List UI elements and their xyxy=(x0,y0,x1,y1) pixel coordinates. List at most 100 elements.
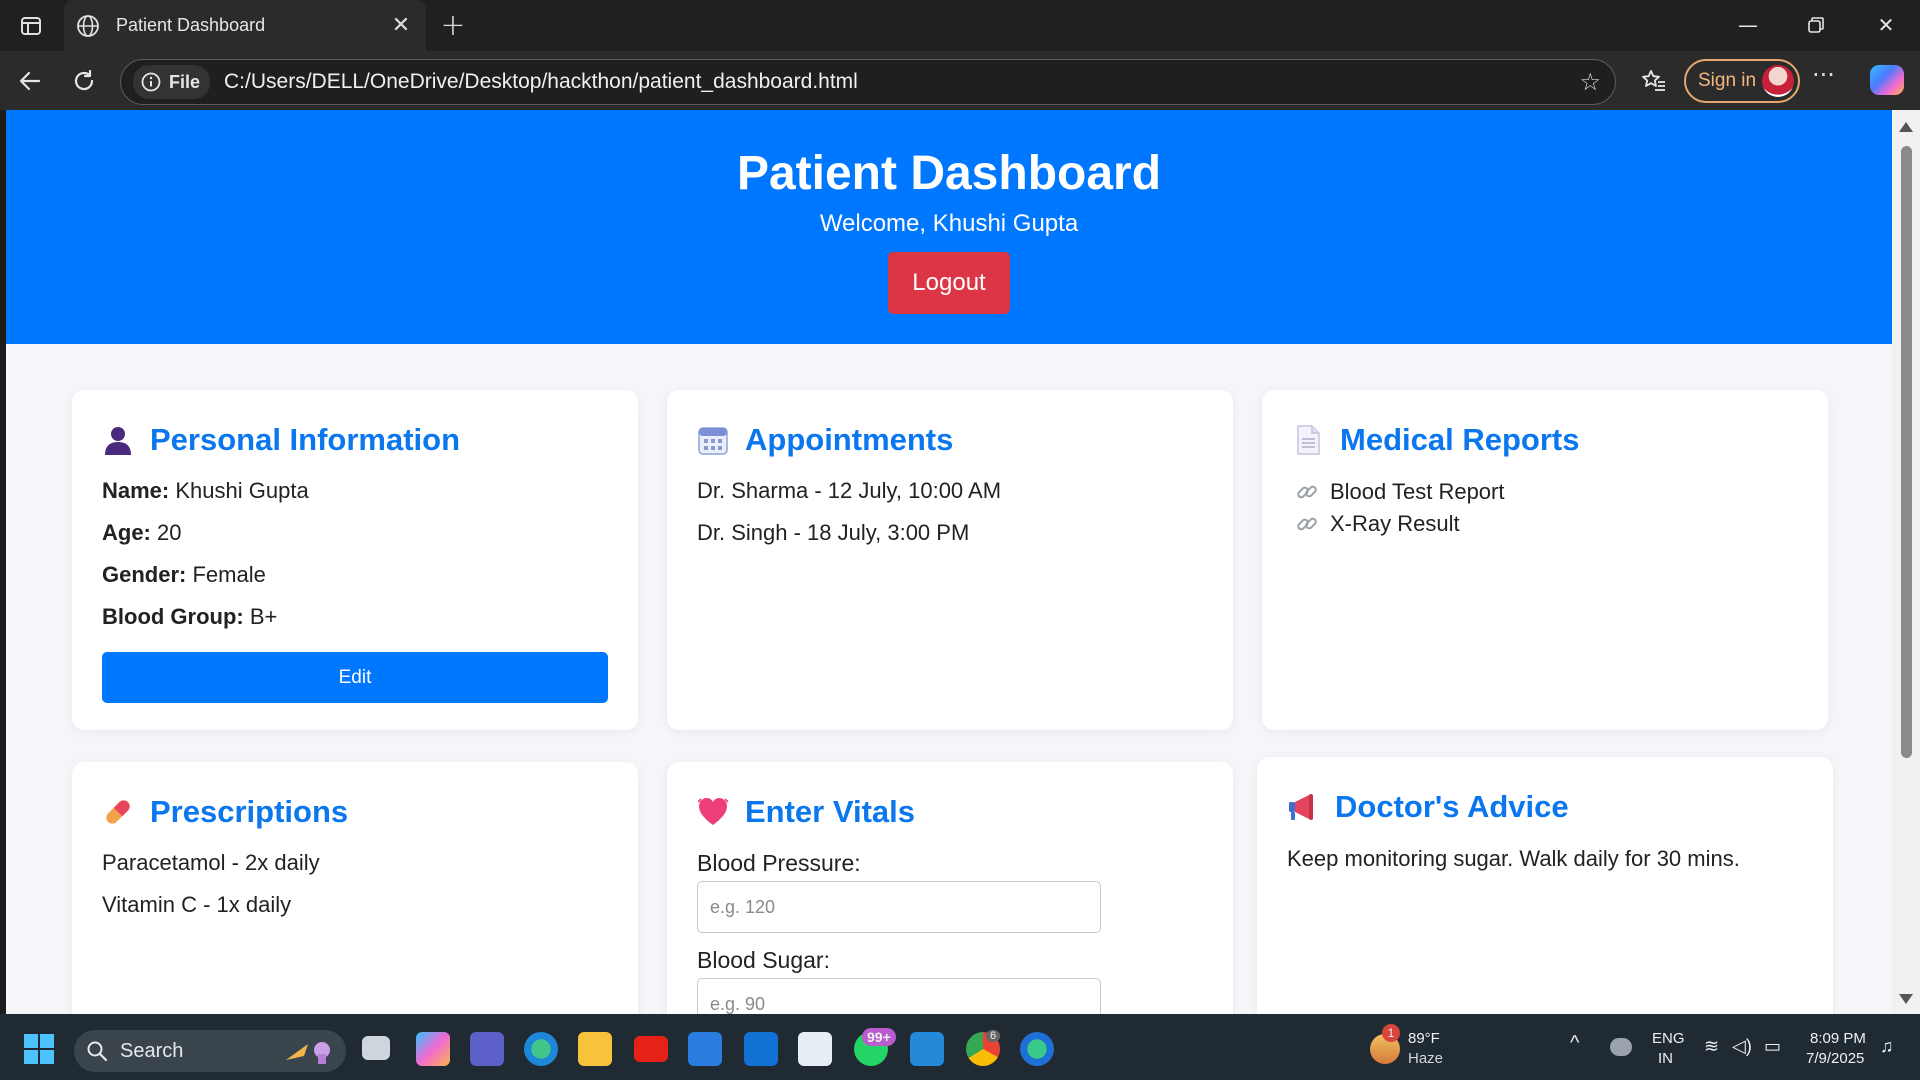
address-bar[interactable]: File C:/Users/DELL/OneDrive/Desktop/hack… xyxy=(120,59,1616,105)
doctor-advice-title: Doctor's Advice xyxy=(1335,789,1569,824)
vscode-icon[interactable] xyxy=(910,1032,944,1066)
copilot-app-icon[interactable] xyxy=(416,1032,450,1066)
language-top[interactable]: ENG xyxy=(1652,1030,1685,1047)
edit-button[interactable]: Edit xyxy=(102,652,608,703)
megaphone-icon xyxy=(1289,794,1313,820)
report-link-blood-test[interactable]: Blood Test Report xyxy=(1296,479,1504,505)
blood-pressure-input[interactable] xyxy=(697,881,1101,933)
taskbar-search[interactable]: Search xyxy=(74,1030,346,1072)
onedrive-icon[interactable] xyxy=(1610,1038,1632,1056)
info-label: Age: xyxy=(102,520,151,545)
info-row-gender: Gender: Female xyxy=(102,562,266,588)
prescription-item: Vitamin C - 1x daily xyxy=(102,892,292,917)
doctor-advice-heading: Doctor's Advice xyxy=(1287,789,1569,825)
reload-icon xyxy=(74,69,94,91)
site-info-button[interactable]: File xyxy=(133,65,211,99)
personal-info-heading: Personal Information xyxy=(102,422,460,458)
more-options-icon[interactable]: ··· xyxy=(1812,61,1835,89)
appointments-heading: Appointments xyxy=(697,422,953,458)
url-text[interactable]: C:/Users/DELL/OneDrive/Desktop/hackthon/… xyxy=(224,70,858,94)
windows-taskbar: Search 99+ 6 1 89°F Haze ^ ENG IN ≋ ◁) ▭… xyxy=(0,1014,1920,1080)
search-label: Search xyxy=(120,1039,184,1062)
personal-info-title: Personal Information xyxy=(150,422,461,457)
blood-sugar-input[interactable] xyxy=(697,978,1101,1014)
page-viewport: Patient Dashboard Welcome, Khushi Gupta … xyxy=(6,110,1892,1014)
battery-icon[interactable]: ▭ xyxy=(1764,1036,1781,1057)
advice-text: Keep monitoring sugar. Walk daily for 30… xyxy=(1287,846,1740,871)
vitals-title: Enter Vitals xyxy=(745,794,916,829)
link-icon xyxy=(1297,485,1317,499)
vitals-heading: Enter Vitals xyxy=(697,794,915,830)
vitals-card: Enter Vitals Blood Pressure: Blood Sugar… xyxy=(667,762,1233,1014)
restore-icon[interactable] xyxy=(1796,8,1836,42)
person-icon xyxy=(105,427,131,455)
search-highlight-icon xyxy=(286,1042,330,1064)
tab-actions-button[interactable] xyxy=(14,11,48,41)
reload-button[interactable] xyxy=(66,63,102,99)
favorites-button[interactable] xyxy=(1636,63,1672,99)
info-row-blood-group: Blood Group: B+ xyxy=(102,604,277,630)
language-bottom[interactable]: IN xyxy=(1658,1050,1673,1067)
show-hidden-icons-icon[interactable]: ^ xyxy=(1570,1032,1579,1055)
profile-avatar xyxy=(1762,65,1794,97)
info-row-age: Age: 20 xyxy=(102,520,182,546)
appointments-card: Appointments Dr. Sharma - 12 July, 10:00… xyxy=(667,390,1233,730)
outlook-icon[interactable] xyxy=(744,1032,778,1066)
medical-reports-card: Medical Reports Blood Test Report X-Ray … xyxy=(1262,390,1828,730)
minimize-icon[interactable]: — xyxy=(1728,8,1768,42)
edge-icon[interactable] xyxy=(1020,1032,1054,1066)
file-explorer-icon[interactable] xyxy=(578,1032,612,1066)
clock-date[interactable]: 7/9/2025 xyxy=(1806,1050,1864,1067)
sign-in-button[interactable]: Sign in xyxy=(1684,59,1800,103)
document-icon xyxy=(1297,425,1320,455)
appointment-item: Dr. Singh - 18 July, 3:00 PM xyxy=(697,520,970,545)
browser-tab-bar: Patient Dashboard ✕ + — ✕ xyxy=(0,0,1920,51)
dashboard-header: Patient Dashboard Welcome, Khushi Gupta … xyxy=(6,110,1892,344)
tab-title: Patient Dashboard xyxy=(116,15,266,35)
blood-sugar-label: Blood Sugar: xyxy=(697,947,830,973)
notification-bell-icon[interactable]: ♫ xyxy=(1880,1036,1894,1057)
info-value: Female xyxy=(192,562,266,587)
info-value: B+ xyxy=(249,604,278,629)
new-tab-button[interactable]: + xyxy=(438,8,468,43)
sign-in-label: Sign in xyxy=(1698,70,1757,91)
microsoft-store-icon[interactable] xyxy=(688,1032,722,1066)
favorites-icon xyxy=(1642,70,1665,91)
back-button[interactable] xyxy=(12,63,48,99)
news-app-icon[interactable] xyxy=(798,1032,832,1066)
scroll-down-arrow-icon[interactable] xyxy=(1899,994,1913,1004)
report-link-label: Blood Test Report xyxy=(1330,479,1505,504)
clock-time[interactable]: 8:09 PM xyxy=(1810,1030,1866,1047)
favorite-star-icon[interactable]: ☆ xyxy=(1579,68,1601,96)
chrome-badge: 6 xyxy=(986,1030,1001,1042)
weather-desc: Haze xyxy=(1408,1050,1444,1067)
medical-reports-heading: Medical Reports xyxy=(1292,422,1579,458)
globe-icon xyxy=(77,14,99,37)
youtube-icon[interactable] xyxy=(634,1036,668,1062)
whatsapp-badge: 99+ xyxy=(862,1028,896,1046)
prescription-item: Paracetamol - 2x daily xyxy=(102,850,320,875)
info-value: Khushi Gupta xyxy=(175,478,309,503)
volume-icon[interactable]: ◁) xyxy=(1732,1036,1752,1057)
blood-pressure-label: Blood Pressure: xyxy=(697,850,861,876)
tab-patient-dashboard[interactable]: Patient Dashboard ✕ xyxy=(64,0,426,51)
page-scrollbar[interactable] xyxy=(1892,110,1920,1014)
close-tab-icon[interactable]: ✕ xyxy=(388,12,414,38)
personal-info-card: Personal Information Name: Khushi Gupta … xyxy=(72,390,638,730)
scroll-up-arrow-icon[interactable] xyxy=(1899,122,1913,132)
task-view-icon[interactable] xyxy=(362,1036,390,1060)
logout-button[interactable]: Logout xyxy=(888,252,1010,314)
edge-dev-icon[interactable] xyxy=(524,1032,558,1066)
heart-icon xyxy=(697,798,729,825)
teams-icon[interactable] xyxy=(470,1032,504,1066)
welcome-text: Welcome, Khushi Gupta xyxy=(819,210,1079,237)
tab-actions-icon xyxy=(21,17,41,35)
copilot-icon[interactable] xyxy=(1870,65,1904,95)
start-windows-icon[interactable] xyxy=(24,1034,54,1064)
scrollbar-thumb[interactable] xyxy=(1901,146,1912,758)
close-window-icon[interactable]: ✕ xyxy=(1866,8,1906,42)
wifi-icon[interactable]: ≋ xyxy=(1704,1036,1719,1057)
search-icon xyxy=(87,1041,108,1062)
report-link-xray[interactable]: X-Ray Result xyxy=(1296,511,1460,537)
appointment-item: Dr. Sharma - 12 July, 10:00 AM xyxy=(697,478,1002,503)
